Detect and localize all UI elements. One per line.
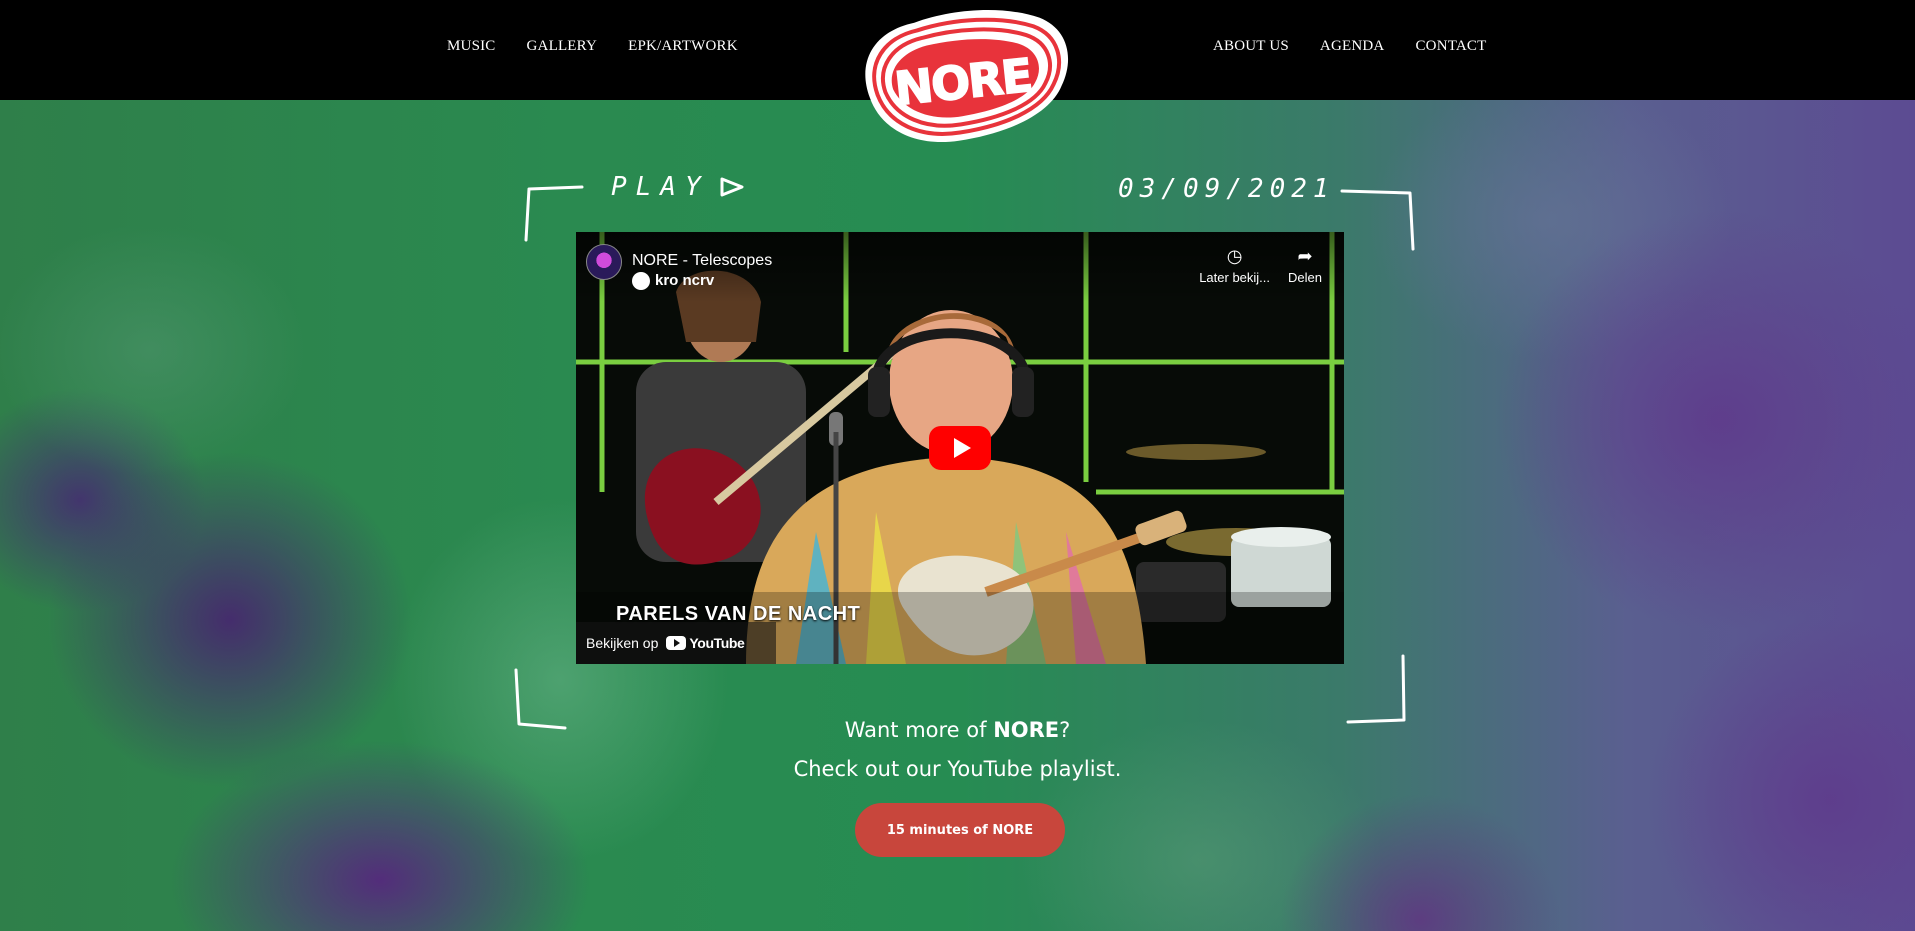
clock-icon: ◷ — [1226, 246, 1243, 266]
promo-line1-prefix: Want more of — [844, 718, 994, 742]
youtube-logo: YouTube — [666, 635, 745, 651]
promo-line-1: Want more of NORE? — [0, 718, 1915, 742]
nav-about-us[interactable]: ABOUT US — [1213, 38, 1289, 55]
youtube-play-icon — [666, 636, 687, 650]
nav-gallery[interactable]: GALLERY — [527, 38, 598, 55]
watch-later-button[interactable]: ◷ Later bekij... — [1199, 246, 1270, 285]
broadcaster-logo: kro ncrv — [632, 272, 714, 290]
playlist-button[interactable]: 15 minutes of NORE — [855, 803, 1065, 857]
nav-music[interactable]: MUSIC — [447, 38, 496, 55]
channel-avatar[interactable] — [586, 244, 622, 280]
nav-right: ABOUT US AGENDA CONTACT — [1213, 38, 1487, 55]
nav-contact[interactable]: CONTACT — [1415, 38, 1486, 55]
nav-agenda[interactable]: AGENDA — [1320, 38, 1385, 55]
broadcaster-name: kro ncrv — [655, 272, 715, 289]
video-title[interactable]: NORE - Telescopes — [632, 252, 772, 270]
nav-left: MUSIC GALLERY EPK/ARTWORK — [447, 38, 738, 55]
play-arrow-icon — [720, 177, 744, 197]
youtube-wordmark: YouTube — [689, 635, 745, 651]
video-play-button[interactable] — [929, 426, 991, 470]
nav-epk-artwork[interactable]: EPK/ARTWORK — [628, 38, 738, 55]
share-button[interactable]: ➦ Delen — [1288, 246, 1322, 285]
play-triangle-icon — [953, 438, 971, 458]
broadcaster-dot-icon — [632, 272, 650, 290]
watch-on-label: Bekijken op — [586, 635, 659, 651]
watch-on-youtube-link[interactable]: Bekijken op YouTube — [576, 622, 776, 664]
youtube-embed[interactable]: NORE - Telescopes kro ncrv ◷ Later bekij… — [576, 232, 1344, 664]
share-icon: ➦ — [1297, 246, 1313, 266]
play-label: PLAY — [611, 172, 710, 202]
nore-logo[interactable]: NORE — [840, 0, 1084, 150]
release-date: 03/09/2021 — [1118, 174, 1335, 204]
promo-band-name: NORE — [993, 718, 1060, 742]
video-actions: ◷ Later bekij... ➦ Delen — [1199, 246, 1322, 285]
play-heading: PLAY — [611, 172, 746, 202]
watch-later-label: Later bekij... — [1199, 270, 1271, 285]
page: MUSIC GALLERY EPK/ARTWORK ABOUT US AGEND… — [0, 0, 1915, 931]
share-label: Delen — [1288, 270, 1322, 285]
promo-line-2: Check out our YouTube playlist. — [793, 757, 1122, 781]
promo-line1-suffix: ? — [1059, 718, 1071, 742]
